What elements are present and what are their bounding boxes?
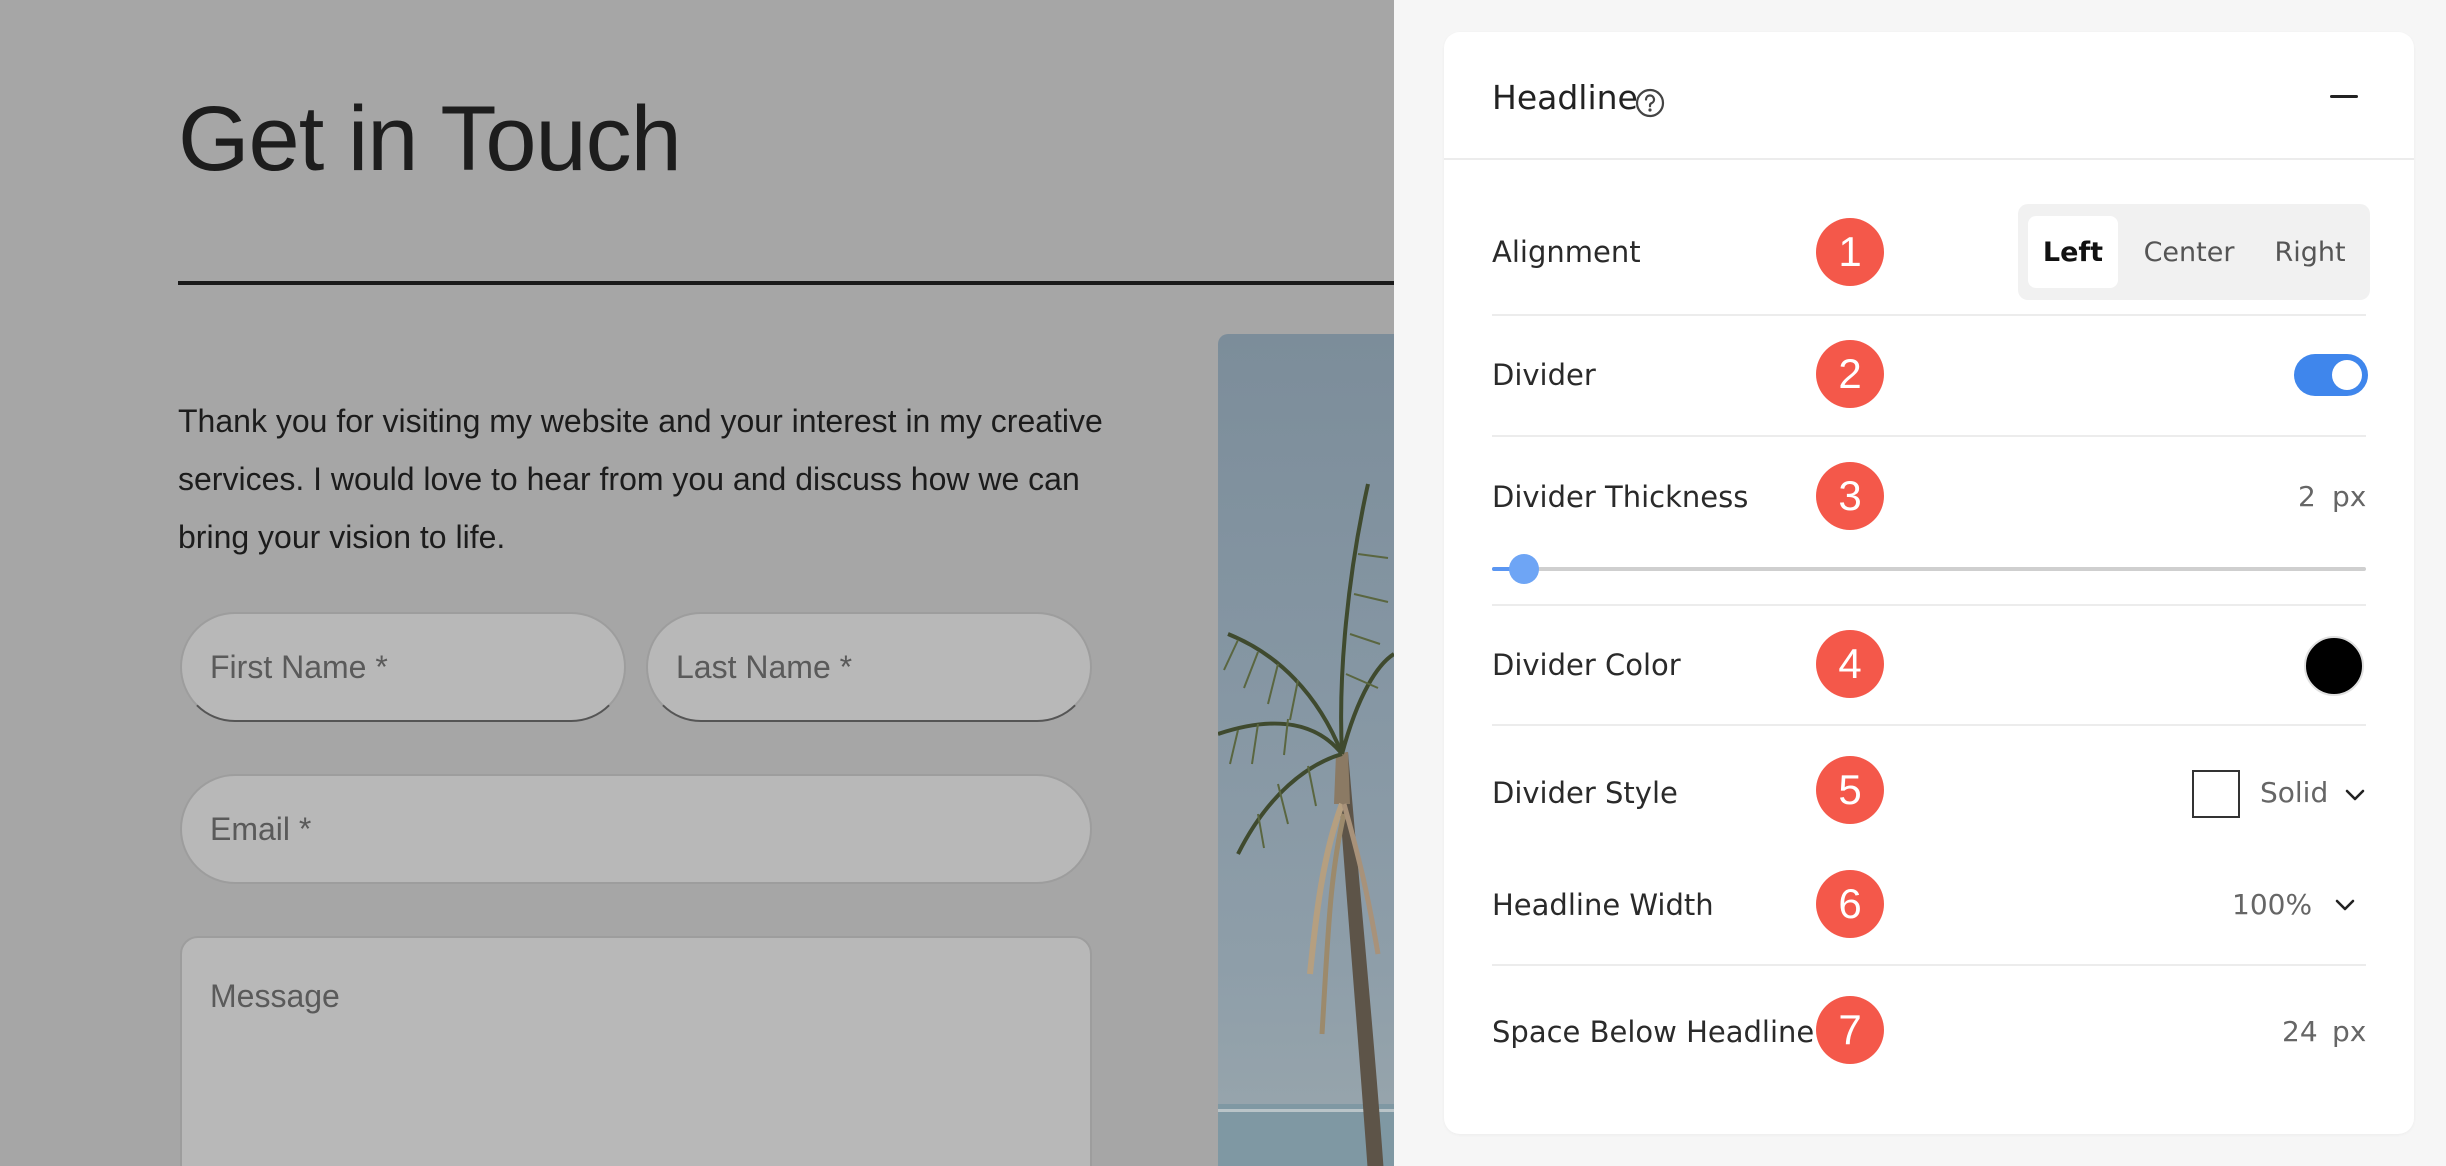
divider-toggle[interactable] [2294, 354, 2368, 396]
last-name-placeholder: Last Name * [676, 648, 853, 685]
space-below-label: Space Below Headline [1492, 1015, 1815, 1049]
divider-color-swatch[interactable] [2304, 636, 2364, 696]
divider-thickness-unit: px [2332, 480, 2367, 513]
divider-label: Divider [1492, 358, 1596, 392]
step-badge-5: 5 [1816, 756, 1884, 824]
first-name-input[interactable]: First Name * [180, 612, 626, 722]
row-divider [1492, 724, 2366, 726]
alignment-label: Alignment [1492, 235, 1641, 269]
step-badge-3: 3 [1816, 462, 1884, 530]
step-badge-4: 4 [1816, 630, 1884, 698]
step-badge-6: 6 [1816, 870, 1884, 938]
step-badge-7: 7 [1816, 996, 1884, 1064]
alignment-center-option[interactable]: Center [2124, 216, 2254, 288]
panel-title: Headline [1492, 78, 1638, 117]
page-preview: Get in Touch Thank you for visiting my w… [0, 0, 1394, 1166]
panel-header: Headline [1444, 32, 2414, 160]
help-circle-icon[interactable] [1634, 87, 1666, 119]
divider-thickness-label: Divider Thickness [1492, 480, 1749, 514]
headline-width-label: Headline Width [1492, 888, 1714, 922]
last-name-input[interactable]: Last Name * [646, 612, 1092, 722]
row-divider [1492, 314, 2366, 316]
slider-track [1492, 567, 2366, 571]
divider-color-label: Divider Color [1492, 648, 1681, 682]
step-badge-1: 1 [1816, 218, 1884, 286]
divider-thickness-value[interactable]: 2 [2298, 480, 2316, 513]
chevron-down-icon[interactable] [2344, 788, 2366, 802]
alignment-right-option[interactable]: Right [2258, 216, 2362, 288]
intro-text: Thank you for visiting my website and yo… [178, 403, 1103, 555]
message-placeholder: Message [210, 978, 340, 1014]
divider-style-label: Divider Style [1492, 776, 1678, 810]
palm-tree-illustration [1218, 483, 1394, 1166]
palm-tree-image [1218, 334, 1394, 1166]
collapse-button[interactable] [2320, 76, 2368, 116]
step-badge-2: 2 [1816, 340, 1884, 408]
toggle-knob [2332, 360, 2362, 390]
headline-divider [178, 281, 1394, 285]
minus-icon [2330, 94, 2358, 98]
email-placeholder: Email * [210, 810, 312, 847]
row-divider [1492, 604, 2366, 606]
alignment-segmented-control: Left Center Right [2018, 204, 2370, 300]
chevron-down-icon[interactable] [2334, 898, 2356, 912]
divider-style-preview [2192, 770, 2240, 818]
divider-thickness-slider[interactable] [1492, 554, 2366, 584]
message-textarea[interactable]: Message [180, 936, 1092, 1166]
row-divider [1492, 435, 2366, 437]
headline-settings-panel: Headline Alignment 1 Left Center Right D… [1444, 32, 2414, 1134]
headline-width-value[interactable]: 100% [2232, 888, 2312, 921]
space-below-value[interactable]: 24 [2282, 1015, 2318, 1048]
first-name-placeholder: First Name * [210, 648, 388, 685]
slider-handle[interactable] [1509, 554, 1540, 584]
space-below-unit: px [2332, 1015, 2367, 1048]
page-title: Get in Touch [178, 88, 682, 190]
divider-style-value[interactable]: Solid [2260, 776, 2328, 809]
row-divider [1492, 964, 2366, 966]
email-input[interactable]: Email * [180, 774, 1092, 884]
alignment-left-option[interactable]: Left [2028, 216, 2118, 288]
